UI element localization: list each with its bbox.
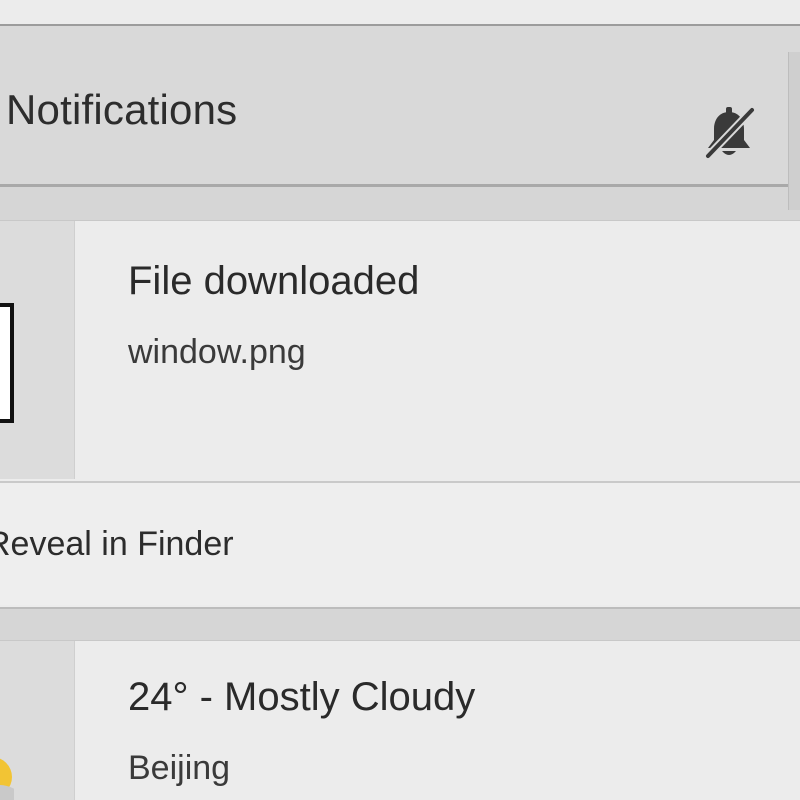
bell-slash-icon bbox=[704, 106, 756, 160]
notification-subtitle: window.png bbox=[128, 333, 306, 371]
reveal-in-finder-label: Reveal in Finder bbox=[0, 525, 234, 563]
notification-icon-pane bbox=[0, 221, 75, 479]
weather-sun-cloud-icon bbox=[0, 758, 14, 800]
mute-notifications-button[interactable] bbox=[690, 94, 768, 172]
header-title: Notifications bbox=[6, 86, 238, 133]
notification-title: 24° - Mostly Cloudy bbox=[128, 675, 476, 719]
top-strip bbox=[0, 0, 800, 26]
notification-card[interactable]: 24° - Mostly Cloudy Beijing bbox=[0, 640, 800, 800]
notification-icon-pane bbox=[0, 641, 75, 800]
notification-title: File downloaded bbox=[128, 259, 420, 303]
header-scroll-edge bbox=[788, 52, 800, 210]
notification-center: Notifications File downloaded window.png… bbox=[0, 0, 800, 800]
reveal-in-finder-button[interactable]: Reveal in Finder bbox=[0, 481, 800, 605]
file-icon bbox=[0, 303, 14, 423]
notification-subtitle: Beijing bbox=[128, 749, 231, 787]
notifications-header: Notifications bbox=[0, 26, 800, 210]
notification-card[interactable]: File downloaded window.png Reveal in Fin… bbox=[0, 220, 800, 609]
